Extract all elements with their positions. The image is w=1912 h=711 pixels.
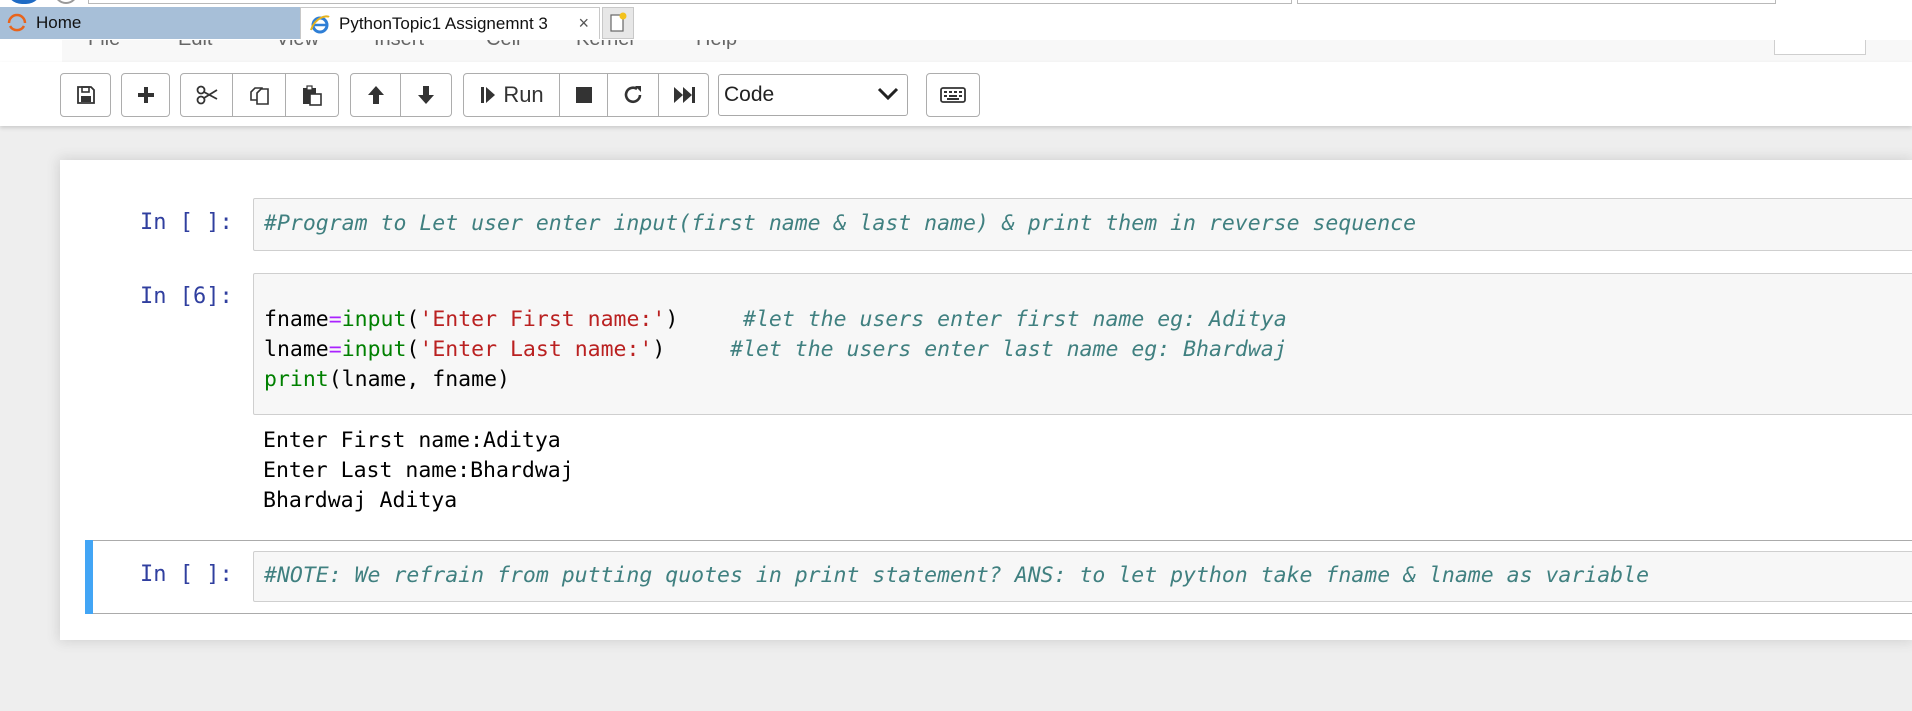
new-tab-icon xyxy=(610,12,627,32)
run-label: Run xyxy=(503,82,544,107)
command-palette-button[interactable] xyxy=(926,73,980,117)
copy-button[interactable] xyxy=(233,73,286,117)
move-down-button[interactable] xyxy=(401,73,452,117)
browser-forward-button[interactable] xyxy=(54,0,78,4)
menu-kernel[interactable]: Kernel xyxy=(576,40,634,51)
cell-prompt: In [ ]: xyxy=(140,562,233,587)
address-bar[interactable] xyxy=(88,0,1292,4)
restart-icon xyxy=(624,86,642,104)
paste-button[interactable] xyxy=(286,73,339,117)
save-button[interactable] xyxy=(60,73,111,117)
menu-edit[interactable]: Edit xyxy=(178,40,212,51)
browser-search-box[interactable] xyxy=(1297,0,1776,4)
output-line: Enter First name:Aditya xyxy=(263,428,561,453)
paste-icon xyxy=(303,85,322,106)
tab-title: Home xyxy=(36,13,82,32)
code-line: lname=input('Enter Last name:') #let the… xyxy=(264,337,1287,362)
browser-tab-notebook[interactable]: PythonTopic1 Assignemnt 3 × xyxy=(300,7,600,39)
arrow-up-icon xyxy=(367,86,384,104)
browser-tab-home[interactable]: Home xyxy=(0,7,300,39)
new-tab-button[interactable] xyxy=(602,7,634,39)
cut-button[interactable] xyxy=(180,73,233,117)
plus-icon xyxy=(137,87,154,103)
code-comment: #NOTE: We refrain from putting quotes in… xyxy=(264,563,1650,588)
cut-icon xyxy=(196,85,217,105)
save-icon xyxy=(76,86,95,104)
close-tab-icon[interactable]: × xyxy=(578,13,589,34)
menubar: File Edit View Insert Cell Kernel Help xyxy=(0,40,1912,63)
insert-cell-button[interactable] xyxy=(121,73,170,117)
menu-insert[interactable]: Insert xyxy=(374,40,424,51)
cell-input[interactable]: #Program to Let user enter input(first n… xyxy=(253,198,1912,251)
cell-type-value: Code xyxy=(724,83,775,106)
keyboard-icon xyxy=(940,87,966,103)
menu-file[interactable]: File xyxy=(88,40,120,51)
cell-prompt: In [ ]: xyxy=(140,210,233,235)
output-line: Enter Last name:Bhardwaj xyxy=(263,458,574,483)
stop-icon xyxy=(575,87,592,103)
cell-input[interactable]: fname=input('Enter First name:') #let th… xyxy=(253,273,1912,415)
restart-run-all-button[interactable] xyxy=(659,73,709,117)
run-button[interactable]: Run xyxy=(463,73,560,117)
chevron-down-icon xyxy=(877,87,899,101)
kernel-indicator xyxy=(1774,40,1866,55)
browser-chrome: Home PythonTopic1 Assignemnt 3 × xyxy=(0,0,1912,40)
fast-forward-icon xyxy=(673,87,695,103)
copy-icon xyxy=(250,87,269,105)
selection-indicator xyxy=(85,540,93,614)
tab-title: PythonTopic1 Assignemnt 3 xyxy=(339,13,548,33)
arrow-down-icon xyxy=(418,86,434,104)
menu-view[interactable]: View xyxy=(276,40,319,51)
notebook-container: In [ ]: #Program to Let user enter input… xyxy=(60,160,1912,640)
menu-help[interactable]: Help xyxy=(696,40,737,51)
internet-explorer-icon xyxy=(310,14,330,33)
code-comment: #Program to Let user enter input(first n… xyxy=(264,211,1417,236)
run-icon xyxy=(481,87,496,103)
move-up-button[interactable] xyxy=(350,73,401,117)
restart-button[interactable] xyxy=(608,73,659,117)
output-line: Bhardwaj Aditya xyxy=(263,488,458,513)
code-line: fname=input('Enter First name:') #let th… xyxy=(264,307,1287,332)
browser-back-button[interactable] xyxy=(6,0,42,4)
cell-input[interactable]: #NOTE: We refrain from putting quotes in… xyxy=(253,551,1912,602)
cell-prompt: In [6]: xyxy=(140,284,233,309)
menu-cell[interactable]: Cell xyxy=(486,40,520,51)
interrupt-button[interactable] xyxy=(560,73,608,117)
code-line: print(lname, fname) xyxy=(264,367,510,392)
notebook-toolbar: Run Code xyxy=(0,62,1912,126)
loading-spinner-icon xyxy=(7,13,27,32)
cell-type-select[interactable]: Code xyxy=(718,74,908,116)
